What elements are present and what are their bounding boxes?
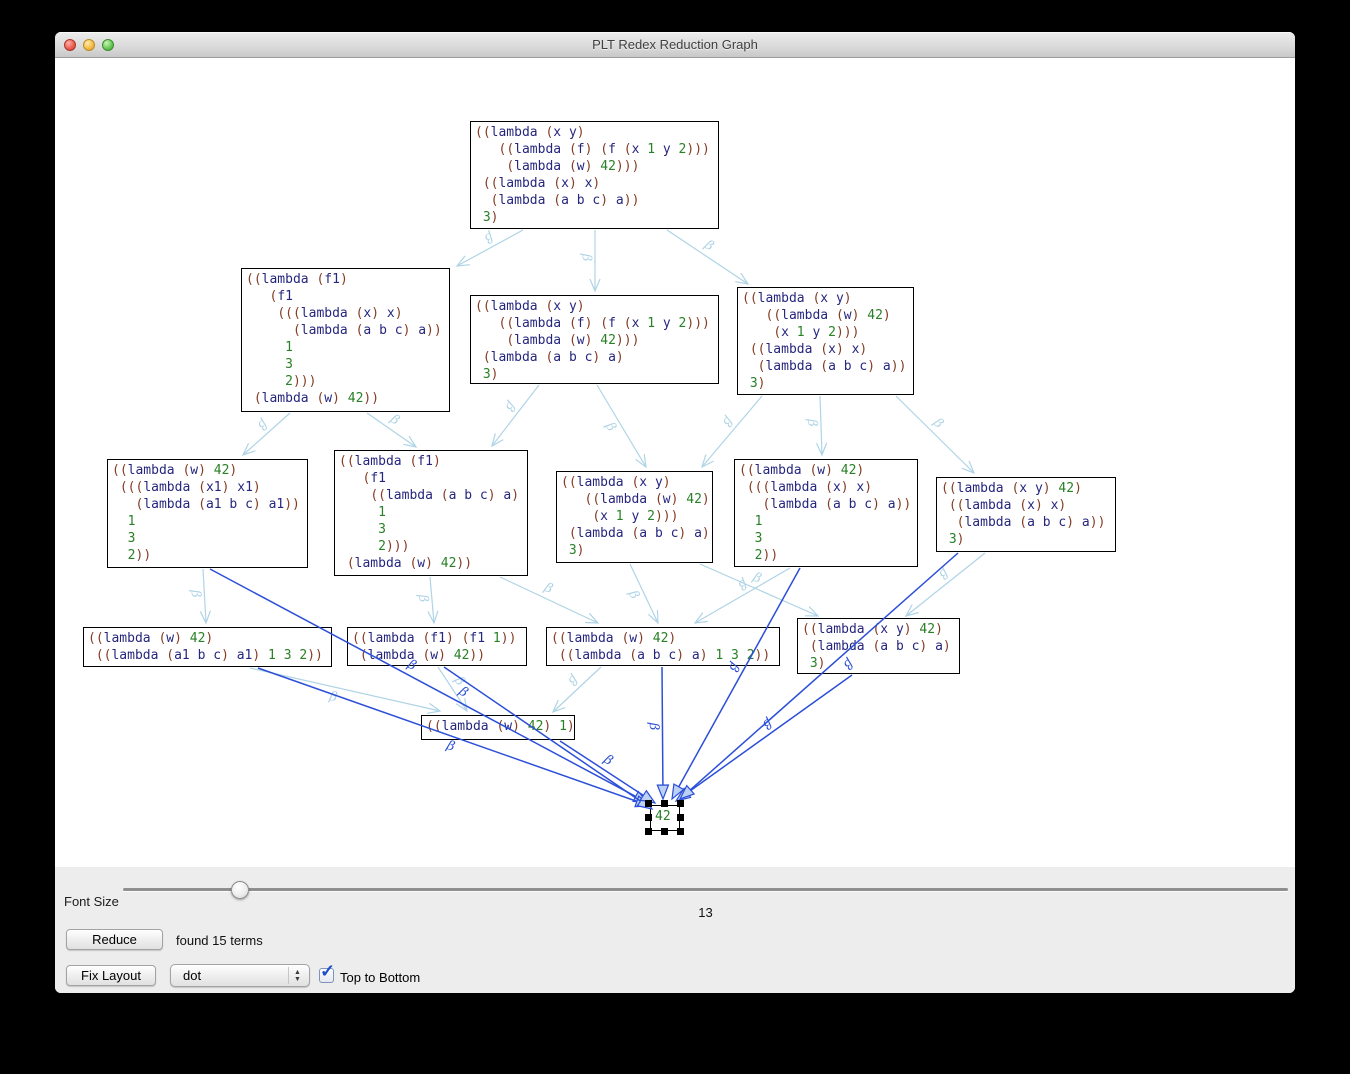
graph-node-selected[interactable]: 42 xyxy=(650,805,680,831)
window-title: PLT Redex Reduction Graph xyxy=(55,37,1295,52)
reduce-button[interactable]: Reduce xyxy=(66,929,163,950)
graph-node[interactable]: ((lambda (x y) ((lambda (f) (f (x 1 y 2)… xyxy=(470,121,719,229)
graph-node[interactable]: ((lambda (w) 42) 1) xyxy=(421,715,575,740)
title-bar[interactable]: PLT Redex Reduction Graph xyxy=(55,32,1295,58)
graph-node[interactable]: ((lambda (w) 42) ((lambda (a b c) a) 1 3… xyxy=(546,627,780,666)
fix-layout-button[interactable]: Fix Layout xyxy=(66,965,156,986)
control-panel: Font Size 13 Reduce found 15 terms Fix L… xyxy=(55,867,1295,993)
graph-node[interactable]: ((lambda (f1) (f1 ((lambda (a b c) a) 1 … xyxy=(334,450,528,576)
check-icon: ✓ xyxy=(320,962,335,980)
graph-node[interactable]: ((lambda (x y) ((lambda (w) 42) (x 1 y 2… xyxy=(556,471,713,563)
graph-node[interactable]: ((lambda (x y) ((lambda (f) (f (x 1 y 2)… xyxy=(470,295,719,384)
top-to-bottom-checkbox[interactable]: ✓ xyxy=(319,968,334,983)
font-size-slider-track[interactable] xyxy=(123,888,1288,891)
graph-node[interactable]: ((lambda (x y) 42) ((lambda (x) x) (lamb… xyxy=(936,477,1116,552)
graph-node[interactable]: ((lambda (x y) ((lambda (w) 42) (x 1 y 2… xyxy=(737,287,914,395)
graph-node[interactable]: ((lambda (x y) 42) (lambda (a b c) a) 3) xyxy=(797,618,960,674)
graph-node[interactable]: ((lambda (f1) (f1 1)) (lambda (w) 42)) xyxy=(347,627,527,666)
font-size-slider-thumb[interactable] xyxy=(231,881,249,899)
status-text: found 15 terms xyxy=(176,933,263,948)
graph-node[interactable]: ((lambda (w) 42) (((lambda (x) x) (lambd… xyxy=(734,459,918,567)
stepper-icon: ▲▼ xyxy=(288,967,306,984)
font-size-label: Font Size xyxy=(64,894,119,909)
layout-select[interactable]: dot ▲▼ xyxy=(170,964,310,987)
checkbox-label: Top to Bottom xyxy=(340,970,420,985)
graph-node[interactable]: ((lambda (w) 42) (((lambda (x1) x1) (lam… xyxy=(107,459,308,568)
layout-select-value: dot xyxy=(183,968,201,983)
graph-node[interactable]: ((lambda (f1) (f1 (((lambda (x) x) (lamb… xyxy=(241,268,450,412)
font-size-value: 13 xyxy=(123,905,1288,920)
graph-node[interactable]: ((lambda (w) 42) ((lambda (a1 b c) a1) 1… xyxy=(83,627,332,667)
